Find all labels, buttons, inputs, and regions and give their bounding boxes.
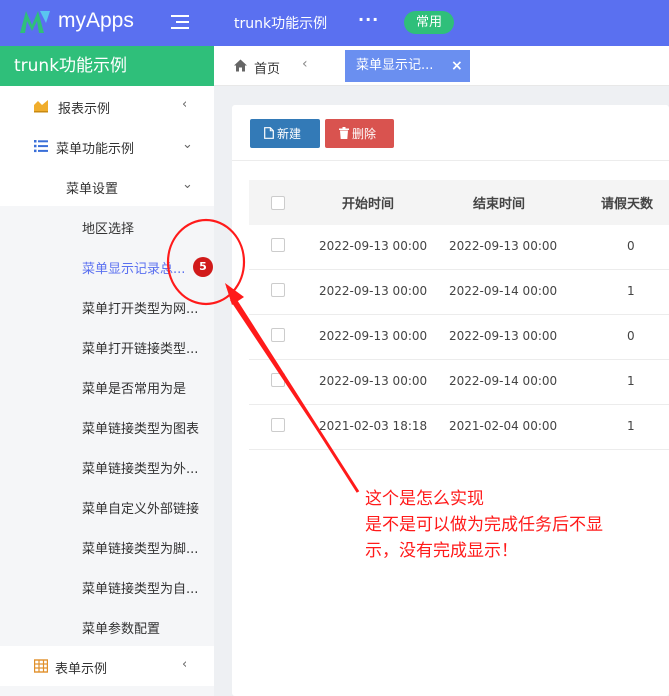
chart-icon [34, 100, 48, 113]
home-icon[interactable] [234, 59, 247, 72]
count-badge: 5 [193, 257, 213, 277]
cell-days: 0 [627, 239, 635, 253]
sidebar-subitem[interactable]: 菜单打开类型为网... [0, 286, 214, 326]
new-button-label: 新建 [277, 127, 302, 141]
new-button[interactable]: 新建 [250, 119, 320, 148]
annotation-line: 这个是怎么实现 [365, 489, 484, 509]
row-checkbox[interactable] [271, 418, 285, 432]
cell-end: 2022-09-13 00:00 [449, 329, 558, 343]
cell-end: 2022-09-14 00:00 [449, 374, 558, 388]
annotation-line: 示，没有完成显示！ [365, 541, 518, 561]
cell-start: 2022-09-13 00:00 [319, 329, 428, 343]
table-row[interactable]: 2022-09-13 00:00 2022-09-13 00:00 0 [249, 315, 669, 360]
sidebar-subitem-label: 菜单显示记录总... [82, 262, 186, 277]
cell-start: 2021-02-03 18:18 [319, 419, 428, 433]
sidebar-subitem[interactable]: 地区选择 [0, 206, 214, 246]
sidebar-subitem-label: 菜单链接类型为图表 [82, 422, 200, 437]
sidebar-heading: trunk功能示例 [0, 46, 214, 86]
sidebar-subitem-label: 菜单自定义外部链接 [82, 502, 200, 517]
close-icon[interactable]: × [451, 50, 463, 82]
row-checkbox[interactable] [271, 373, 285, 387]
sidebar-subitem-active[interactable]: 菜单显示记录总... 5 [0, 246, 214, 286]
sidebar-subitem-label: 菜单参数配置 [82, 622, 161, 637]
sidebar-subitem[interactable]: 菜单链接类型为外... [0, 446, 214, 486]
trash-icon [339, 127, 349, 139]
cell-start: 2022-09-13 00:00 [319, 239, 428, 253]
cell-start: 2022-09-13 00:00 [319, 374, 428, 388]
chevron-left-icon: ‹ [182, 657, 188, 672]
sidebar-subitem-label: 地区选择 [82, 222, 135, 237]
common-badge-button[interactable]: 常用 [404, 11, 454, 34]
tab-scroll-left-icon[interactable]: ‹ [302, 56, 308, 72]
tab-menu-record[interactable]: 菜单显示记... × [345, 50, 470, 82]
sidebar-item-forms[interactable]: 表单示例 ‹ [0, 646, 214, 686]
sidebar-subitem[interactable]: 菜单自定义外部链接 [0, 486, 214, 526]
table-row[interactable]: 2022-09-13 00:00 2022-09-14 00:00 1 [249, 270, 669, 315]
column-header-days[interactable]: 请假天数 [601, 193, 653, 212]
top-navbar: myApps trunk功能示例 ··· 常用 [0, 0, 669, 46]
tab-bar: 首页 ‹ 菜单显示记... × [214, 46, 669, 86]
chevron-left-icon: ‹ [182, 97, 188, 112]
top-app-title[interactable]: trunk功能示例 [234, 13, 327, 33]
annotation-line: 是不是可以做为完成任务后不显 [365, 515, 603, 535]
sidebar-subitem-label: 菜单链接类型为自... [82, 582, 199, 597]
cell-start: 2022-09-13 00:00 [319, 284, 428, 298]
cell-end: 2022-09-14 00:00 [449, 284, 558, 298]
sidebar-subitem-label: 菜单链接类型为脚... [82, 542, 199, 557]
tab-home[interactable]: 首页 [254, 58, 280, 77]
delete-button[interactable]: 删除 [325, 119, 394, 148]
sidebar-subitem[interactable]: 菜单链接类型为自... [0, 566, 214, 606]
table-row[interactable]: 2022-09-13 00:00 2022-09-13 00:00 0 [249, 225, 669, 270]
row-checkbox[interactable] [271, 283, 285, 297]
cell-days: 1 [627, 284, 635, 298]
table-row[interactable]: 2022-09-13 00:00 2022-09-14 00:00 1 [249, 360, 669, 405]
chevron-down-icon: ⌄ [182, 177, 193, 192]
sidebar-item-label: 报表示例 [58, 102, 111, 117]
annotation-text: 这个是怎么实现 是不是可以做为完成任务后不显 示，没有完成显示！ [365, 486, 665, 564]
cell-days: 1 [627, 419, 635, 433]
app-logo-icon[interactable] [18, 9, 52, 35]
select-all-checkbox[interactable] [271, 196, 285, 210]
sidebar-subitem[interactable]: 菜单打开链接类型... [0, 326, 214, 366]
chevron-down-icon: ⌄ [182, 137, 193, 152]
delete-button-label: 删除 [352, 127, 377, 141]
sidebar-subitem-label: 菜单打开类型为网... [82, 302, 199, 317]
cell-end: 2022-09-13 00:00 [449, 239, 558, 253]
file-icon [264, 127, 274, 139]
row-checkbox[interactable] [271, 328, 285, 342]
column-header-start[interactable]: 开始时间 [342, 193, 394, 212]
row-checkbox[interactable] [271, 238, 285, 252]
sidebar-item-label: 菜单功能示例 [56, 142, 135, 157]
sidebar-item-menu-functions[interactable]: 菜单功能示例 ⌄ [0, 126, 214, 166]
sidebar-item-reports[interactable]: 报表示例 ‹ [0, 86, 214, 126]
table-header: 开始时间 结束时间 请假天数 [249, 180, 669, 225]
sidebar-item-label: 菜单设置 [66, 182, 119, 197]
sidebar: trunk功能示例 报表示例 ‹ 菜单功能示例 ⌄ 菜单设置 ⌄ 地区选择 菜单… [0, 46, 214, 696]
table-icon [34, 659, 48, 673]
column-header-end[interactable]: 结束时间 [473, 193, 525, 212]
sidebar-subitem[interactable]: 菜单参数配置 [0, 606, 214, 646]
more-icon[interactable]: ··· [358, 10, 379, 29]
sidebar-subitem[interactable]: 菜单是否常用为是 [0, 366, 214, 406]
sidebar-subitem-label: 菜单链接类型为外... [82, 462, 199, 477]
toolbar-divider [232, 160, 669, 161]
sidebar-subitem-label: 菜单打开链接类型... [82, 342, 199, 357]
table-row[interactable]: 2021-02-03 18:18 2021-02-04 00:00 1 [249, 405, 669, 450]
cell-days: 0 [627, 329, 635, 343]
app-brand[interactable]: myApps [58, 9, 134, 33]
tab-label: 菜单显示记... [356, 58, 434, 73]
sidebar-item-menu-settings[interactable]: 菜单设置 ⌄ [0, 166, 214, 206]
sidebar-subitem-label: 菜单是否常用为是 [82, 382, 187, 397]
cell-days: 1 [627, 374, 635, 388]
cell-end: 2021-02-04 00:00 [449, 419, 558, 433]
list-icon [34, 140, 48, 153]
sidebar-subitem[interactable]: 菜单链接类型为脚... [0, 526, 214, 566]
menu-toggle-icon[interactable] [171, 15, 189, 30]
sidebar-subitem[interactable]: 菜单链接类型为图表 [0, 406, 214, 446]
sidebar-item-label: 表单示例 [55, 662, 108, 677]
